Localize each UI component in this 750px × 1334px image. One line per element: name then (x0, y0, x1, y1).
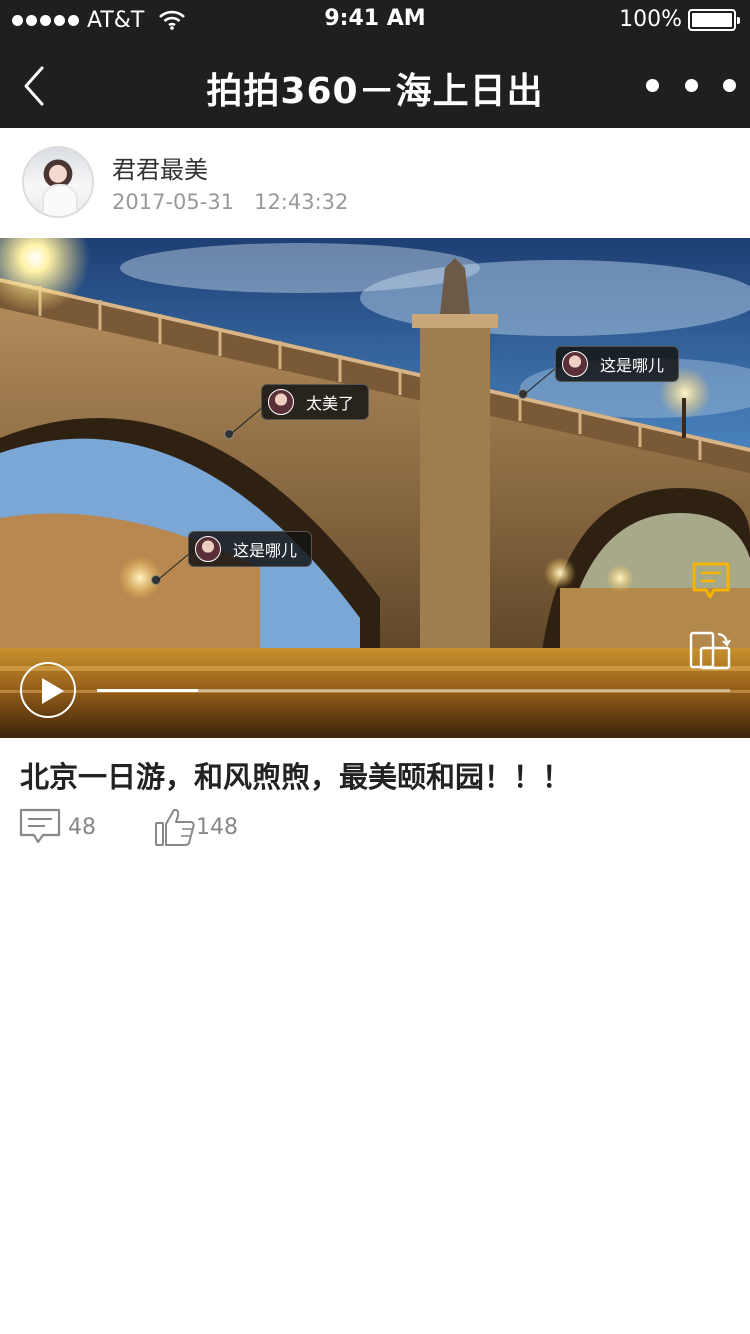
tag-user-avatar (562, 351, 588, 377)
photo-comment-tag[interactable]: 太美了 (261, 384, 370, 420)
battery-icon (688, 8, 740, 31)
page-title: 拍拍360－海上日出 (206, 71, 544, 112)
post-time: 12:43:32 (254, 190, 349, 214)
tag-text: 这是哪儿 (233, 541, 298, 560)
likes-action[interactable]: 148 (154, 805, 238, 849)
bridge-scene-image (0, 238, 750, 738)
play-button[interactable] (20, 662, 76, 718)
like-count: 148 (196, 814, 238, 840)
thumbs-up-icon (155, 808, 195, 846)
author-name[interactable]: 君君最美 (112, 150, 208, 185)
photo-comment-tag[interactable]: 这是哪儿 (188, 531, 313, 567)
more-options-icon[interactable] (646, 68, 736, 102)
post-caption: 北京一日游，和风煦煦，最美颐和园！！！ (20, 760, 572, 794)
tag-text: 太美了 (306, 394, 355, 413)
author-row: 君君最美 2017-05-31 12:43:32 (0, 128, 750, 238)
author-avatar[interactable] (22, 146, 94, 218)
post-date: 2017-05-31 (112, 190, 235, 214)
comment-icon (19, 808, 61, 844)
rotate-screen-icon[interactable] (688, 630, 732, 672)
post-timestamp: 2017-05-31 12:43:32 (112, 190, 348, 214)
status-right: 100% (619, 7, 740, 32)
comments-action[interactable]: 48 (18, 805, 96, 849)
comment-count: 48 (68, 814, 96, 840)
status-bar: AT&T 9:41 AM 100% (0, 0, 750, 40)
battery-percentage: 100% (619, 7, 682, 32)
tag-user-avatar (195, 536, 221, 562)
navigation-bar: 拍拍360－海上日出 (0, 40, 750, 128)
video-progress-bar[interactable] (97, 689, 730, 692)
back-arrow-icon[interactable] (14, 58, 64, 114)
tag-user-avatar (268, 389, 294, 415)
panorama-photo[interactable]: 太美了 这是哪儿 这是哪儿 (0, 238, 750, 738)
comment-bubble-icon[interactable] (690, 560, 732, 602)
video-progress-fill (97, 689, 199, 692)
tag-text: 这是哪儿 (600, 356, 665, 375)
post-actions: 48 148 (18, 805, 418, 849)
photo-comment-tag[interactable]: 这是哪儿 (555, 346, 680, 382)
